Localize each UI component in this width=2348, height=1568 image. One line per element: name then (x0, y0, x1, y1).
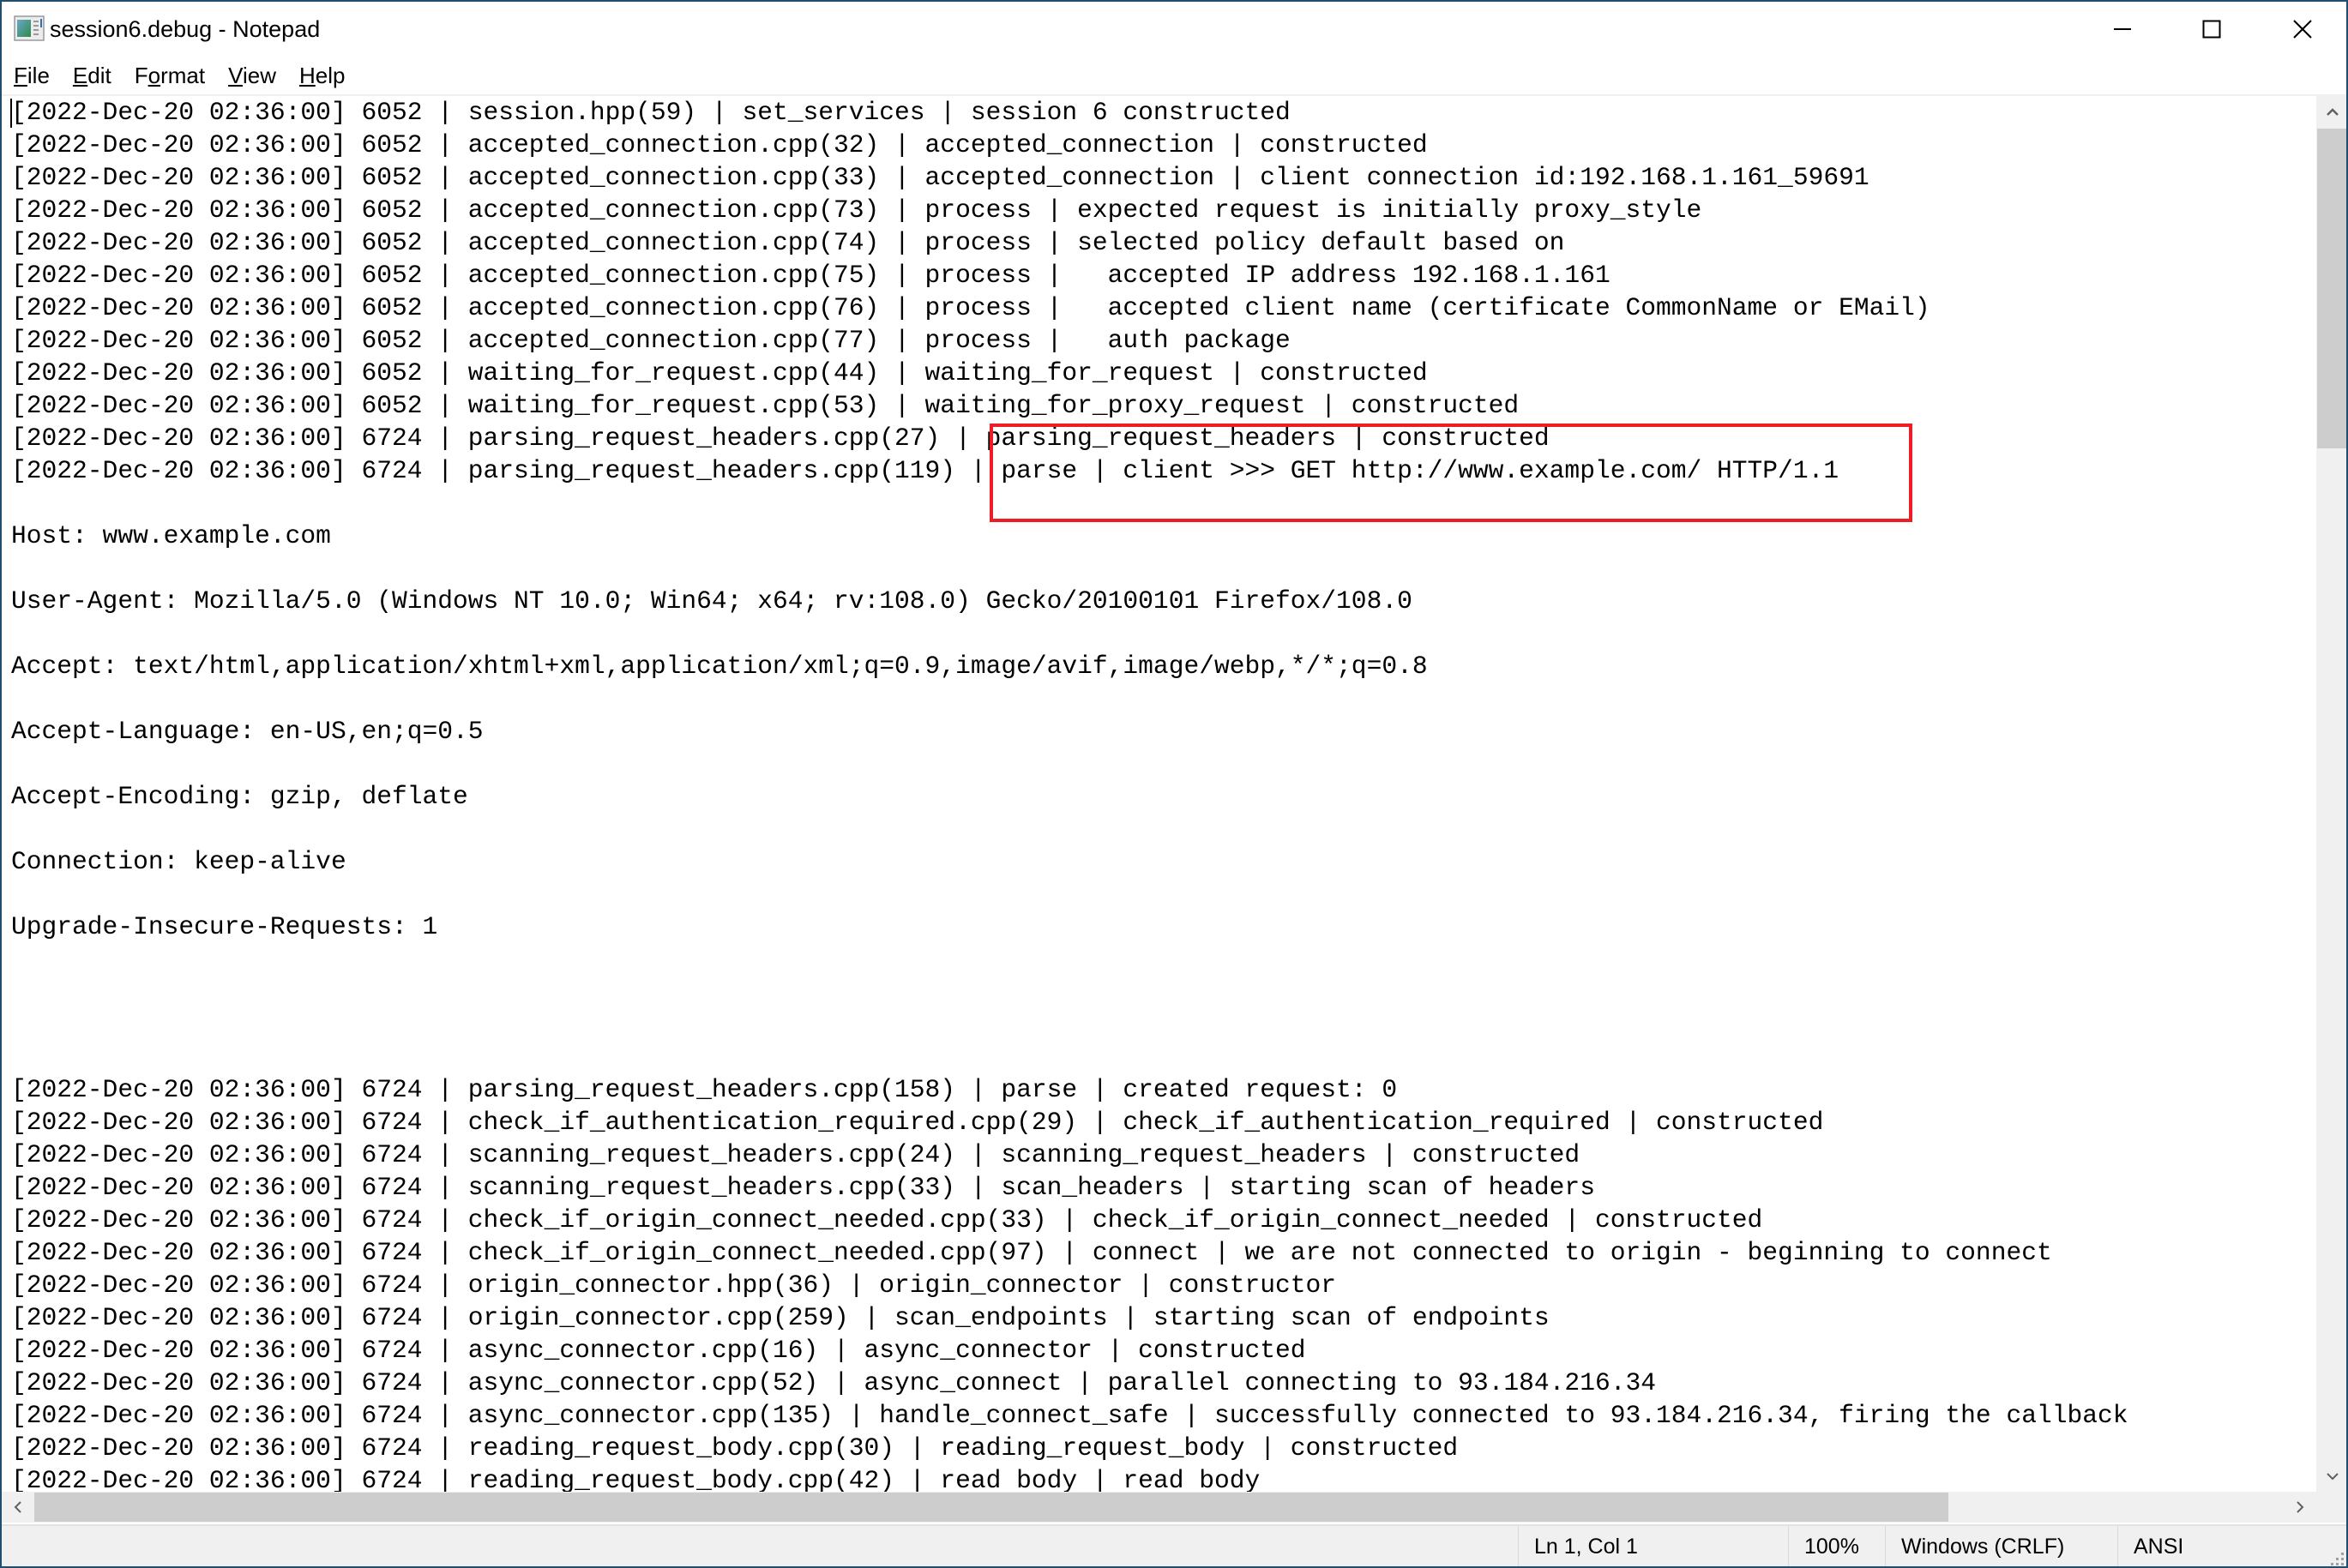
status-bar: Ln 1, Col 1 100% Windows (CRLF) ANSI (2, 1524, 2346, 1566)
line-ending: Windows (CRLF) (1885, 1526, 2117, 1566)
text-line: [2022-Dec-20 02:36:00] 6052 | accepted_c… (11, 228, 1565, 257)
chevron-up-icon (2326, 107, 2339, 116)
title-bar[interactable]: session6.debug - Notepad (2, 2, 2346, 57)
scrollbar-corner (2316, 1492, 2346, 1523)
text-line: [2022-Dec-20 02:36:00] 6052 | waiting_fo… (11, 358, 1428, 387)
text-line: [2022-Dec-20 02:36:00] 6052 | session.hp… (11, 98, 1291, 127)
text-line: Connection: keep-alive (11, 847, 346, 876)
text-caret (10, 99, 12, 128)
scroll-right-button[interactable] (2284, 1492, 2316, 1523)
text-line: Host: www.example.com (11, 521, 331, 550)
text-line: [2022-Dec-20 02:36:00] 6724 | parsing_re… (11, 456, 1839, 485)
text-line: [2022-Dec-20 02:36:00] 6724 | async_conn… (11, 1336, 1306, 1365)
zoom-level: 100% (1788, 1526, 1885, 1566)
encoding: ANSI (2117, 1526, 2345, 1566)
maximize-icon (2202, 20, 2221, 39)
minimize-icon (2114, 28, 2131, 30)
close-icon (2293, 20, 2312, 39)
menu-file[interactable]: File (2, 57, 61, 94)
menu-view[interactable]: View (216, 57, 287, 94)
menu-format[interactable]: Format (123, 57, 216, 94)
scroll-left-button[interactable] (2, 1492, 34, 1523)
text-line: Accept-Language: en-US,en;q=0.5 (11, 717, 484, 746)
menu-edit[interactable]: Edit (61, 57, 123, 94)
text-line: [2022-Dec-20 02:36:00] 6724 | async_conn… (11, 1368, 1656, 1397)
text-line: Upgrade-Insecure-Requests: 1 (11, 912, 438, 941)
text-line: [2022-Dec-20 02:36:00] 6052 | accepted_c… (11, 293, 1930, 322)
close-button[interactable] (2257, 2, 2346, 57)
text-line: [2022-Dec-20 02:36:00] 6052 | accepted_c… (11, 195, 1702, 225)
text-line: [2022-Dec-20 02:36:00] 6052 | accepted_c… (11, 163, 1869, 192)
minimize-button[interactable] (2077, 2, 2168, 57)
chevron-left-icon (14, 1501, 21, 1513)
menu-help[interactable]: Help (287, 57, 356, 94)
text-line: [2022-Dec-20 02:36:00] 6724 | check_if_o… (11, 1205, 1763, 1235)
text-line: [2022-Dec-20 02:36:00] 6724 | scanning_r… (11, 1173, 1595, 1202)
text-line: [2022-Dec-20 02:36:00] 6724 | parsing_re… (11, 1075, 1398, 1104)
text-line: Accept-Encoding: gzip, deflate (11, 782, 468, 811)
text-line: [2022-Dec-20 02:36:00] 6052 | accepted_c… (11, 326, 1291, 355)
text-line: [2022-Dec-20 02:36:00] 6724 | check_if_o… (11, 1238, 2052, 1267)
text-line: [2022-Dec-20 02:36:00] 6724 | origin_con… (11, 1303, 1550, 1332)
text-line: [2022-Dec-20 02:36:00] 6052 | waiting_fo… (11, 391, 1520, 420)
text-editor[interactable]: [2022-Dec-20 02:36:00] 6052 | session.hp… (2, 96, 2315, 1492)
vertical-scrollbar[interactable] (2316, 96, 2346, 1492)
text-line: [2022-Dec-20 02:36:00] 6724 | parsing_re… (11, 424, 1550, 453)
text-line: [2022-Dec-20 02:36:00] 6052 | accepted_c… (11, 130, 1428, 159)
text-line: [2022-Dec-20 02:36:00] 6724 | reading_re… (11, 1466, 1261, 1492)
horizontal-scroll-thumb[interactable] (34, 1493, 1948, 1522)
text-line: Accept: text/html,application/xhtml+xml,… (11, 652, 1428, 681)
notepad-icon (14, 15, 45, 41)
cursor-position: Ln 1, Col 1 (1518, 1526, 1788, 1566)
text-line: [2022-Dec-20 02:36:00] 6724 | scanning_r… (11, 1140, 1580, 1169)
window-title: session6.debug - Notepad (50, 16, 321, 42)
notepad-window: session6.debug - Notepad File Edit Forma… (0, 0, 2348, 1568)
chevron-down-icon (2326, 1472, 2339, 1480)
text-line: [2022-Dec-20 02:36:00] 6724 | check_if_a… (11, 1108, 1824, 1137)
document-text[interactable]: [2022-Dec-20 02:36:00] 6052 | session.hp… (11, 96, 2128, 1492)
scroll-up-button[interactable] (2316, 96, 2346, 128)
text-line: [2022-Dec-20 02:36:00] 6724 | reading_re… (11, 1433, 1459, 1463)
text-line: [2022-Dec-20 02:36:00] 6724 | origin_con… (11, 1271, 1337, 1300)
maximize-button[interactable] (2166, 2, 2257, 57)
text-line: [2022-Dec-20 02:36:00] 6724 | async_conn… (11, 1401, 2128, 1430)
menu-bar: File Edit Format View Help (2, 57, 2346, 94)
chevron-right-icon (2297, 1501, 2304, 1513)
resize-grip-icon[interactable] (2329, 1551, 2345, 1566)
text-line: [2022-Dec-20 02:36:00] 6052 | accepted_c… (11, 261, 1610, 290)
vertical-scroll-thumb[interactable] (2317, 129, 2346, 448)
scroll-down-button[interactable] (2316, 1460, 2346, 1492)
text-line: User-Agent: Mozilla/5.0 (Windows NT 10.0… (11, 586, 1412, 616)
horizontal-scrollbar[interactable] (2, 1492, 2316, 1523)
